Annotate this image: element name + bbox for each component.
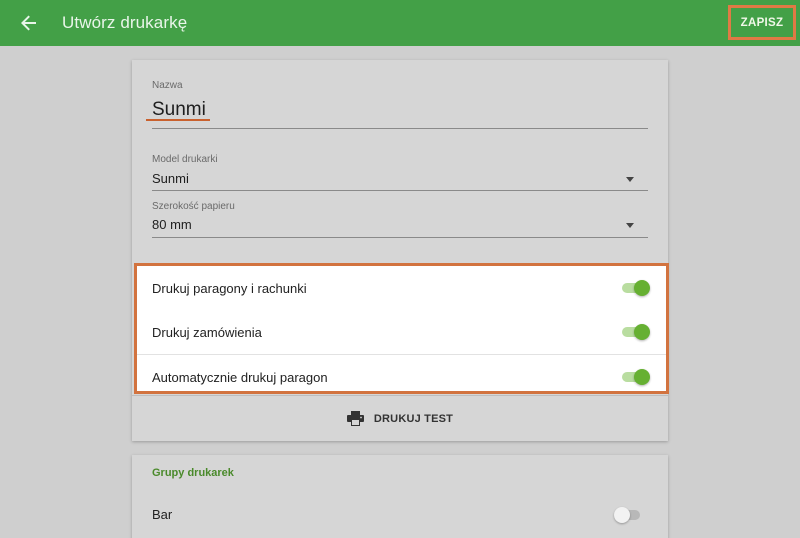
switch-thumb: [634, 280, 650, 296]
page-title: Utwórz drukarkę: [62, 13, 188, 32]
chevron-down-icon[interactable]: [626, 223, 634, 228]
paper-width-select[interactable]: 80 mm: [152, 217, 192, 232]
print-test-button[interactable]: DRUKUJ TEST: [132, 395, 668, 441]
receipts-switch[interactable]: [622, 278, 650, 298]
switch-thumb: [634, 369, 650, 385]
paper-width-label: Szerokość papieru: [152, 201, 235, 212]
name-field[interactable]: Sunmi: [152, 99, 206, 121]
auto-receipt-switch[interactable]: [622, 367, 650, 387]
toggle-row-auto-receipt[interactable]: Automatycznie drukuj paragon: [137, 355, 666, 399]
chevron-down-icon[interactable]: [626, 177, 634, 182]
app-bar: Utwórz drukarkę ZAPISZ: [0, 0, 800, 46]
toggle-row-orders[interactable]: Drukuj zamówienia: [137, 310, 666, 354]
back-button[interactable]: [14, 8, 44, 38]
bar-group-switch[interactable]: [614, 505, 642, 525]
model-select[interactable]: Sunmi: [152, 171, 189, 186]
model-field-label: Model drukarki: [152, 154, 218, 165]
model-select-underline: [152, 190, 648, 191]
printer-groups-card: Grupy drukarek Bar: [132, 455, 668, 538]
toggle-row-receipts[interactable]: Drukuj paragony i rachunki: [137, 266, 666, 310]
print-options-panel: Drukuj paragony i rachunki Drukuj zamówi…: [134, 263, 669, 394]
paper-width-underline: [152, 237, 648, 238]
name-field-label: Nazwa: [152, 80, 183, 91]
arrow-left-icon: [21, 15, 36, 31]
orders-switch[interactable]: [622, 322, 650, 342]
group-item-label: Bar: [152, 507, 173, 522]
printer-icon: [346, 411, 364, 426]
toggle-label: Drukuj zamówienia: [152, 324, 262, 340]
toggle-label: Drukuj paragony i rachunki: [152, 280, 307, 296]
printer-groups-title: Grupy drukarek: [152, 467, 234, 479]
toggle-label: Automatycznie drukuj paragon: [152, 369, 328, 385]
switch-thumb: [614, 507, 630, 523]
switch-thumb: [634, 324, 650, 340]
name-field-underline: [152, 128, 648, 129]
print-test-label: DRUKUJ TEST: [373, 412, 454, 425]
name-focus-mark: [146, 119, 210, 121]
save-button[interactable]: ZAPISZ: [728, 5, 796, 40]
